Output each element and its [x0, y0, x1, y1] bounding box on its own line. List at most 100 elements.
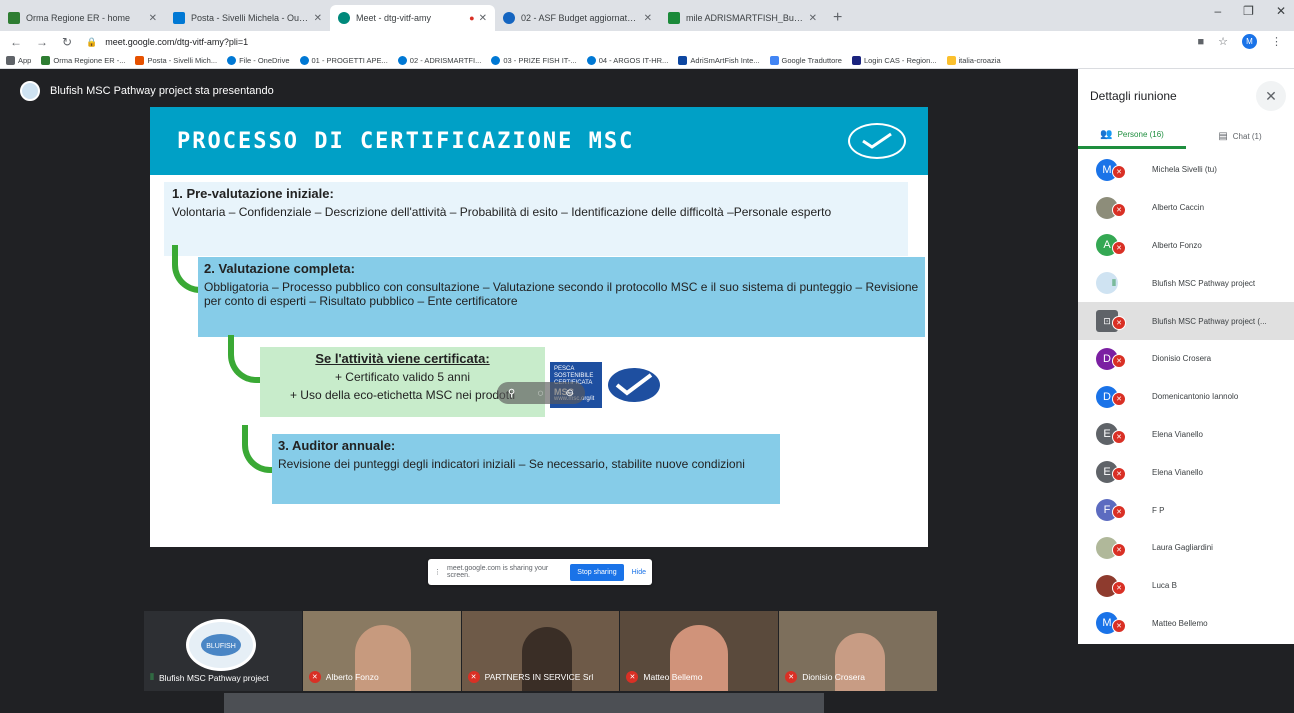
list-item[interactable]: ✕ Alberto Caccin — [1078, 189, 1294, 227]
participant-tile[interactable]: ✕ Alberto Fonzo — [302, 611, 461, 691]
cloud-icon — [227, 56, 237, 65]
tab-people[interactable]: 👥 Persone (16) — [1078, 123, 1186, 149]
tab-favicon-icon — [668, 12, 680, 24]
list-item[interactable]: ⦀ Blufish MSC Pathway project — [1078, 264, 1294, 302]
list-item[interactable]: M ✕ Matteo Bellemo — [1078, 605, 1294, 643]
bookmark-item[interactable]: App — [6, 56, 31, 65]
slide-header: PROCESSO DI CERTIFICAZIONE MSC — [150, 107, 928, 175]
participant-name: Laura Gagliardini — [1152, 543, 1213, 553]
address-bar: ← → ↻ 🔒 meet.google.com/dtg-vitf-amy?pli… — [0, 31, 1294, 53]
list-item[interactable]: M ✕ Michela Sivelli (tu) — [1078, 151, 1294, 189]
participant-name: Elena Vianello — [1152, 467, 1204, 477]
tab-chat[interactable]: ▤ Chat (1) — [1186, 123, 1294, 149]
participant-name: Elena Vianello — [1152, 429, 1204, 439]
mic-off-icon: ✕ — [1112, 240, 1126, 255]
tab-title: mile ADRISMARTFISH_Budget_2 — [686, 13, 805, 23]
bookmark-item[interactable]: Orma Regione ER -... — [41, 56, 125, 65]
certification-line-1: + Certificato valido 5 anni — [334, 370, 471, 384]
close-icon[interactable]: ✕ — [809, 13, 817, 24]
close-panel-icon[interactable]: ✕ — [1256, 81, 1286, 111]
share-notice-text: meet.google.com is sharing your screen. — [447, 565, 549, 579]
tab-favicon-icon — [8, 12, 20, 24]
star-icon[interactable]: ☆ — [1218, 35, 1228, 48]
bookmark-item[interactable]: 02 - ADRISMARTFI... — [397, 56, 481, 65]
presentation-toolbar: ⚲ ◌ ⊖ — [497, 382, 585, 404]
close-icon[interactable]: ✕ — [314, 13, 322, 24]
list-item[interactable]: ⊡ ✕ Blufish MSC Pathway project (... — [1078, 302, 1294, 340]
mic-off-icon: ✕ — [1112, 467, 1126, 482]
participant-tile[interactable]: BLUFISH ⦀ Blufish MSC Pathway project — [144, 611, 302, 691]
audio-level-icon: ⦀ — [150, 672, 154, 682]
bookmark-item[interactable]: Posta - Sivelli Mich... — [135, 56, 217, 65]
mic-off-icon: ✕ — [1112, 391, 1126, 406]
step3-text: Revisione dei punteggi degli indicatori … — [278, 457, 745, 471]
cloud-icon — [299, 56, 309, 65]
bookmark-item[interactable]: 03 - PRIZE FISH IT-... — [491, 56, 577, 65]
bookmark-item[interactable]: File - OneDrive — [227, 56, 290, 65]
list-item[interactable]: E ✕ Elena Vianello — [1078, 416, 1294, 454]
close-window-icon[interactable]: ✕ — [1276, 4, 1286, 18]
bookmark-item[interactable]: Login CAS - Region... — [851, 56, 937, 65]
cloud-icon — [491, 56, 501, 65]
mute-icon[interactable]: ◌ — [537, 388, 543, 399]
list-item[interactable]: ✕ Laura Gagliardini — [1078, 529, 1294, 567]
participant-tile[interactable]: ✕ Matteo Bellemo — [620, 611, 779, 691]
tab-title: Orma Regione ER - home — [26, 13, 131, 23]
bookmark-item[interactable]: AdriSmArtFish Inte... — [678, 56, 760, 65]
hide-button[interactable]: Hide — [632, 569, 646, 576]
lock-icon[interactable]: 🔒 — [86, 37, 97, 48]
list-item[interactable]: D ✕ Domenicantonio Iannolo — [1078, 378, 1294, 416]
mic-off-icon: ✕ — [1112, 353, 1126, 368]
list-item[interactable]: E ✕ Elena Vianello — [1078, 453, 1294, 491]
browser-tab-active[interactable]: Meet - dtg-vitf-amy ● ✕ — [330, 5, 495, 31]
bookmark-item[interactable]: 04 - ARGOS IT-HR... — [586, 56, 668, 65]
camera-icon[interactable]: ■ — [1197, 36, 1204, 48]
participant-tile[interactable]: ✕ Dionisio Crosera — [779, 611, 937, 691]
new-tab-icon[interactable]: + — [825, 9, 850, 31]
mic-off-icon: ✕ — [1112, 202, 1126, 217]
reload-icon[interactable]: ↻ — [62, 35, 72, 49]
list-item[interactable]: F ✕ F P — [1078, 491, 1294, 529]
maximize-icon[interactable]: ❐ — [1243, 4, 1254, 18]
tab-favicon-icon — [503, 12, 515, 24]
back-icon[interactable]: ← — [10, 35, 22, 49]
bookmark-item[interactable]: italia-croazia — [946, 56, 1001, 65]
tile-name: ✕ Matteo Bellemo — [626, 671, 702, 683]
drag-handle-icon[interactable]: ⋮ — [434, 568, 441, 576]
presenter-banner: Blufish MSC Pathway project sta presenta… — [20, 81, 274, 101]
meet-stage: Blufish MSC Pathway project sta presenta… — [0, 69, 1078, 713]
browser-tab[interactable]: 02 - ASF Budget aggiornato - D ✕ — [495, 5, 660, 31]
slide-title: PROCESSO DI CERTIFICAZIONE MSC — [177, 129, 635, 154]
close-icon[interactable]: ✕ — [149, 13, 157, 24]
close-icon[interactable]: ✕ — [479, 13, 487, 24]
mic-off-icon: ✕ — [1112, 618, 1126, 633]
list-item[interactable]: A ✕ Alberto Fonzo — [1078, 227, 1294, 265]
bookmark-icon — [678, 56, 688, 65]
stop-sharing-button[interactable]: Stop sharing — [570, 563, 624, 581]
list-item[interactable]: ✕ Luca B — [1078, 567, 1294, 605]
pin-icon[interactable]: ⚲ — [508, 388, 515, 399]
bookmark-item[interactable]: Google Traduttore — [769, 56, 842, 65]
tab-title: 02 - ASF Budget aggiornato - D — [521, 13, 640, 23]
browser-tab[interactable]: Posta - Sivelli Michela - Outlook ✕ — [165, 5, 330, 31]
panel-tabs: 👥 Persone (16) ▤ Chat (1) — [1078, 123, 1294, 149]
list-item[interactable]: D ✕ Dionisio Crosera — [1078, 340, 1294, 378]
bookmark-icon — [135, 56, 145, 65]
bookmarks-bar: App Orma Regione ER -... Posta - Sivelli… — [0, 53, 1294, 69]
minimize-icon[interactable]: – — [1214, 4, 1221, 18]
bookmark-item[interactable]: 01 - PROGETTI APE... — [299, 56, 388, 65]
browser-tab[interactable]: Orma Regione ER - home ✕ — [0, 5, 165, 31]
apps-icon — [6, 56, 15, 65]
participant-tile[interactable]: ✕ PARTNERS IN SERVICE Srl — [461, 611, 620, 691]
browser-tab[interactable]: mile ADRISMARTFISH_Budget_2 ✕ — [660, 5, 825, 31]
mic-off-icon: ✕ — [1112, 165, 1126, 179]
tile-name: ✕ Alberto Fonzo — [308, 671, 379, 683]
profile-avatar[interactable]: M — [1242, 34, 1257, 49]
more-tiles-strip — [224, 693, 824, 713]
more-icon[interactable]: ⊖ — [566, 388, 574, 399]
menu-icon[interactable]: ⋮ — [1271, 35, 1282, 48]
close-icon[interactable]: ✕ — [644, 13, 652, 24]
mic-off-icon: ✕ — [1112, 429, 1126, 444]
url-field[interactable]: meet.google.com/dtg-vitf-amy?pli=1 — [105, 37, 248, 47]
forward-icon[interactable]: → — [36, 35, 48, 49]
